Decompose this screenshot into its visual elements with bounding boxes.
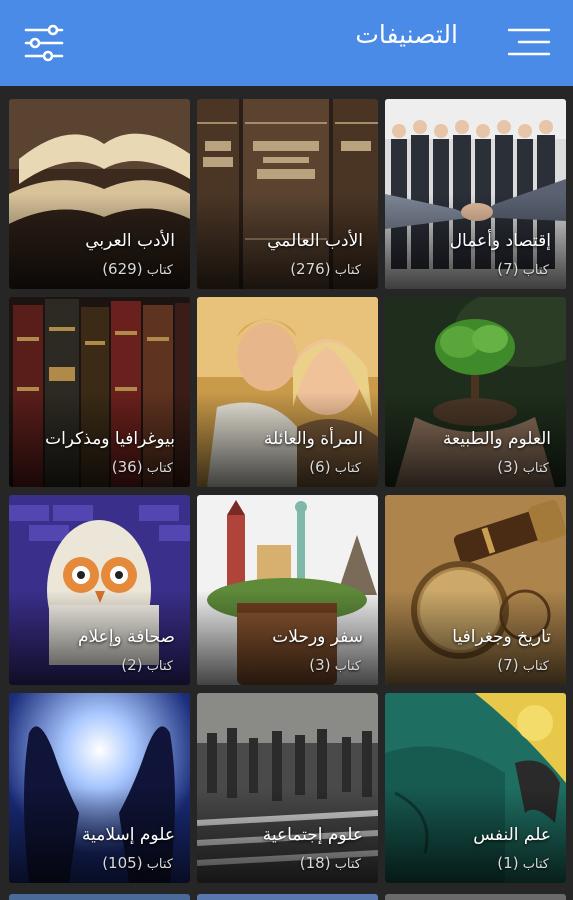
category-name: الأدب العربي	[85, 231, 175, 251]
category-name: العلوم والطبيعة	[442, 429, 551, 449]
category-book-count: كتاب (276)	[290, 260, 361, 278]
category-name: علوم إجتماعية	[262, 825, 363, 845]
hamburger-menu-icon[interactable]	[507, 27, 551, 57]
filter-sliders-icon[interactable]	[24, 23, 64, 63]
category-tile-world-literature[interactable]: الأدب العالمي كتاب (276)	[197, 99, 378, 289]
category-tile-journalism-media[interactable]: صحافة وإعلام كتاب (2)	[9, 495, 190, 685]
category-tile-arabic-literature[interactable]: الأدب العربي كتاب (629)	[9, 99, 190, 289]
category-tile-islamic-sciences[interactable]: علوم إسلامية كتاب (105)	[9, 693, 190, 883]
category-name: علم النفس	[473, 825, 551, 845]
category-tile-travel[interactable]: سفر ورحلات كتاب (3)	[197, 495, 378, 685]
category-name: تاريخ وجغرافيا	[452, 627, 551, 647]
category-book-count: كتاب (36)	[111, 458, 173, 476]
category-name: علوم إسلامية	[82, 825, 175, 845]
category-tile-science-nature[interactable]: العلوم والطبيعة كتاب (3)	[385, 297, 566, 487]
category-name: بيوغرافيا ومذكرات	[45, 429, 175, 449]
page-title: التصنيفات	[355, 20, 458, 49]
category-tile-women-family[interactable]: المرأة والعائلة كتاب (6)	[197, 297, 378, 487]
app-bar: التصنيفات	[0, 0, 573, 86]
category-name: المرأة والعائلة	[263, 429, 363, 449]
category-book-count: كتاب (7)	[497, 260, 549, 278]
category-book-count: كتاب (629)	[102, 260, 173, 278]
category-tile-partial[interactable]	[9, 894, 190, 900]
category-book-count: كتاب (2)	[121, 656, 173, 674]
category-name: سفر ورحلات	[272, 627, 363, 647]
category-book-count: كتاب (3)	[497, 458, 549, 476]
category-name: إقتصاد وأعمال	[449, 231, 551, 251]
category-tile-partial[interactable]	[197, 894, 378, 900]
category-book-count: كتاب (105)	[102, 854, 173, 872]
category-name: صحافة وإعلام	[78, 627, 175, 647]
category-name: الأدب العالمي	[267, 231, 363, 251]
category-tile-biography-memoirs[interactable]: بيوغرافيا ومذكرات كتاب (36)	[9, 297, 190, 487]
category-tile-psychology[interactable]: علم النفس كتاب (1)	[385, 693, 566, 883]
category-tile-social-sciences[interactable]: علوم إجتماعية كتاب (18)	[197, 693, 378, 883]
category-tile-economy-business[interactable]: إقتصاد وأعمال كتاب (7)	[385, 99, 566, 289]
category-book-count: كتاب (1)	[497, 854, 549, 872]
category-book-count: كتاب (3)	[309, 656, 361, 674]
category-book-count: كتاب (6)	[309, 458, 361, 476]
category-tile-partial[interactable]	[385, 894, 566, 900]
category-tile-history-geography[interactable]: تاريخ وجغرافيا كتاب (7)	[385, 495, 566, 685]
category-book-count: كتاب (18)	[299, 854, 361, 872]
category-grid: إقتصاد وأعمال كتاب (7) الأدب العالمي كتا…	[0, 86, 573, 900]
category-book-count: كتاب (7)	[497, 656, 549, 674]
